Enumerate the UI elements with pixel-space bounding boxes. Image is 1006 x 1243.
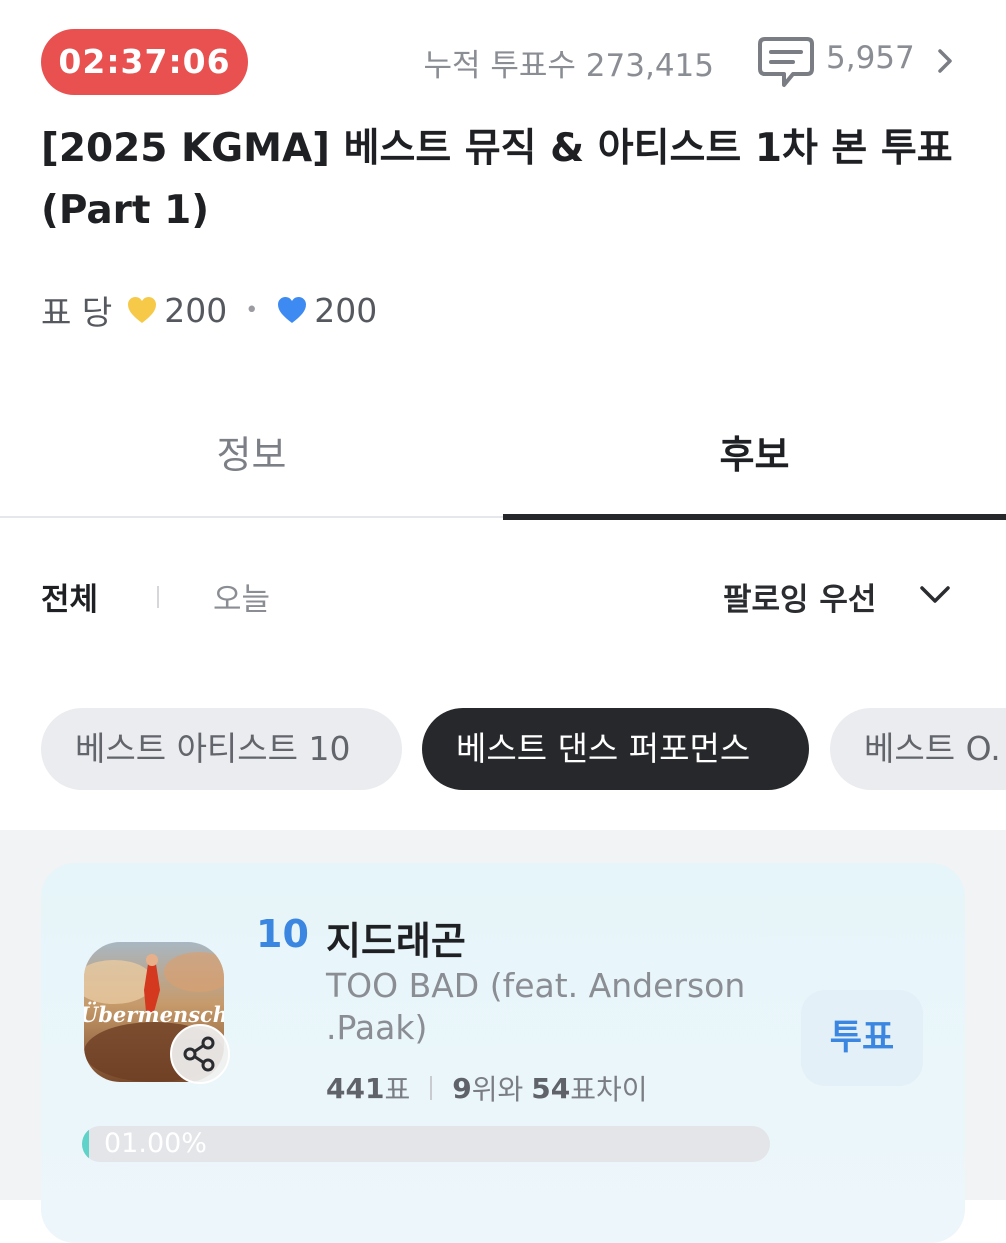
candidate-stats: 441 표 9 위와 54 표차이 <box>326 1068 647 1108</box>
share-button[interactable] <box>170 1024 230 1084</box>
yellow-heart-count: 200 <box>164 290 228 330</box>
vote-button[interactable]: 투표 <box>801 990 923 1086</box>
vote-share-percent: 01.00% <box>104 1128 207 1159</box>
chevron-down-icon[interactable] <box>917 580 953 610</box>
chip-best-o[interactable]: 베스트 O. <box>830 708 1006 790</box>
chip-best-artist-10[interactable]: 베스트 아티스트 10 <box>41 708 402 790</box>
tab-info[interactable]: 정보 <box>0 405 503 515</box>
vote-share-bar: 01.00% <box>82 1126 770 1162</box>
tab-candidates[interactable]: 후보 <box>503 405 1006 515</box>
stats-divider <box>430 1076 433 1100</box>
filter-row: 전체 오늘 팔로잉 우선 <box>0 560 1006 630</box>
per-vote-label: 표 당 <box>41 293 113 332</box>
filter-divider <box>157 586 159 608</box>
category-chips: 베스트 아티스트 10 베스트 댄스 퍼포먼스 베스트 O. <box>0 708 1006 792</box>
filter-today[interactable]: 오늘 <box>213 574 270 619</box>
total-votes-text: 누적 투표수 273,415 <box>423 48 714 84</box>
comment-icon[interactable] <box>757 35 815 89</box>
candidate-song: TOO BAD (feat. Anderson .Paak) <box>326 966 746 1047</box>
blue-heart-icon <box>278 297 307 323</box>
page-title: [2025 KGMA] 베스트 뮤직 & 아티스트 1차 본 투표 (Part … <box>41 126 953 233</box>
chip-best-dance-performance[interactable]: 베스트 댄스 퍼포먼스 <box>422 708 809 790</box>
comment-count[interactable]: 5,957 <box>826 40 915 76</box>
separator-dot: • <box>245 297 259 323</box>
gap-rank-suffix: 위와 <box>471 1073 524 1106</box>
chevron-right-icon[interactable] <box>934 47 956 75</box>
countdown-timer: 02:37:06 <box>41 29 248 95</box>
yellow-heart-icon <box>128 297 157 323</box>
sort-dropdown-label[interactable]: 팔로잉 우선 <box>723 574 876 619</box>
candidate-artist: 지드래곤 <box>326 919 466 963</box>
candidate-rank: 10 <box>256 912 309 956</box>
tab-active-indicator <box>503 514 1006 520</box>
gap-votes: 54 <box>531 1071 571 1105</box>
vote-count-suffix: 표 <box>384 1073 411 1106</box>
filter-all[interactable]: 전체 <box>41 574 98 619</box>
vote-count: 441 <box>326 1071 385 1105</box>
tab-bar: 정보 후보 <box>0 405 1006 520</box>
gap-rank: 9 <box>452 1071 472 1105</box>
per-vote-cost: 표 당 200 • 200 <box>41 285 377 335</box>
vote-share-fill <box>82 1126 89 1162</box>
gap-votes-suffix: 표차이 <box>570 1073 648 1106</box>
share-icon <box>183 1036 215 1072</box>
status-header: 02:37:06 누적 투표수 273,415 5,957 <box>0 0 1006 120</box>
blue-heart-count: 200 <box>314 290 378 330</box>
